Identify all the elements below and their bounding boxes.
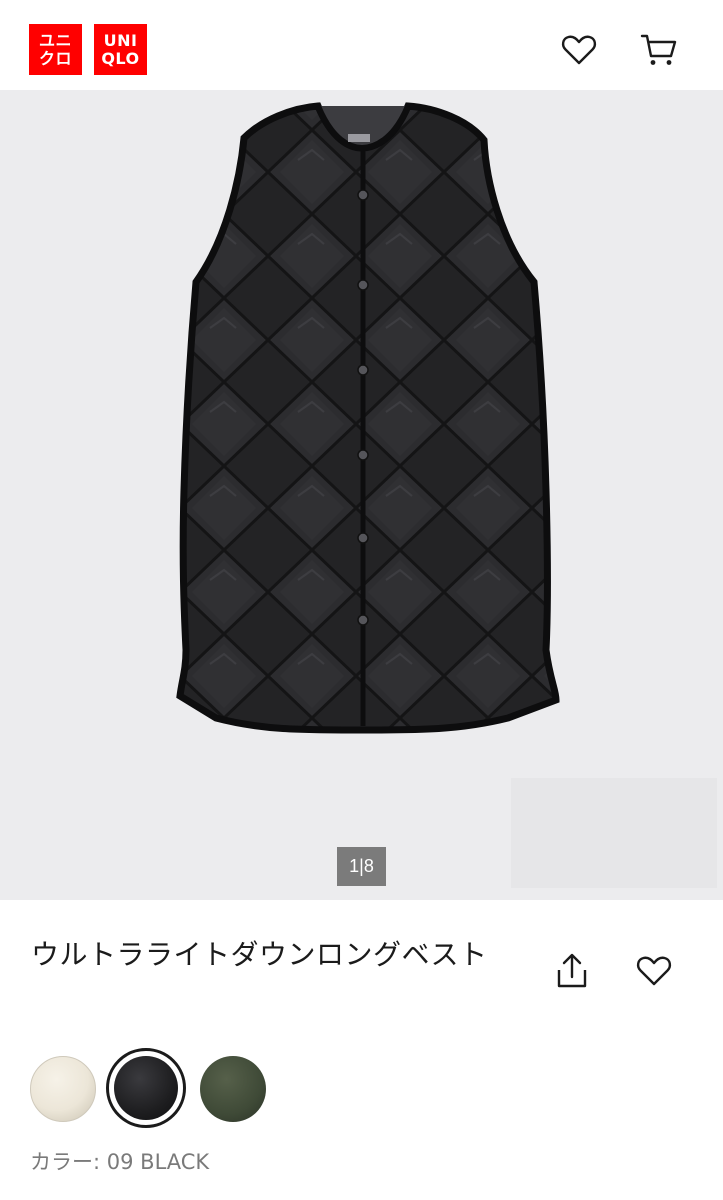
logo-latin: UNI QLO bbox=[94, 24, 147, 75]
logo-katakana-line-1: ユニ bbox=[38, 30, 72, 50]
favorites-button[interactable] bbox=[559, 30, 599, 70]
heart-icon bbox=[561, 35, 597, 65]
selected-color-label: カラー: 09 BLACK bbox=[30, 1146, 209, 1176]
share-icon bbox=[557, 953, 587, 988]
color-label-prefix: カラー: bbox=[30, 1150, 101, 1174]
logo-katakana-line-2: クロ bbox=[38, 48, 72, 68]
heart-icon bbox=[636, 956, 672, 986]
app-header: ユニ クロ UNI QLO bbox=[0, 0, 723, 90]
color-swatch-black[interactable] bbox=[114, 1056, 178, 1120]
logo-katakana: ユニ クロ bbox=[29, 24, 82, 75]
cart-button[interactable] bbox=[639, 30, 679, 70]
logo-latin-line-1: UNI bbox=[103, 30, 138, 50]
color-swatch-list bbox=[28, 1048, 288, 1128]
color-swatch-olive[interactable] bbox=[200, 1056, 266, 1122]
vest-illustration bbox=[176, 102, 560, 734]
product-image-gallery[interactable]: 1|8 bbox=[0, 90, 723, 900]
product-title: ウルトラライトダウンロングベスト bbox=[31, 938, 488, 971]
cart-icon bbox=[640, 34, 677, 65]
uniqlo-logo[interactable]: ユニ クロ UNI QLO bbox=[29, 24, 147, 75]
color-label-value: 09 BLACK bbox=[106, 1150, 210, 1174]
image-placeholder-tile bbox=[511, 778, 717, 888]
logo-latin-line-2: QLO bbox=[101, 48, 140, 68]
color-swatch-off-white[interactable] bbox=[30, 1056, 96, 1122]
add-to-favorites-button[interactable] bbox=[633, 950, 675, 992]
gallery-page-indicator: 1|8 bbox=[337, 847, 386, 886]
share-button[interactable] bbox=[552, 950, 592, 992]
